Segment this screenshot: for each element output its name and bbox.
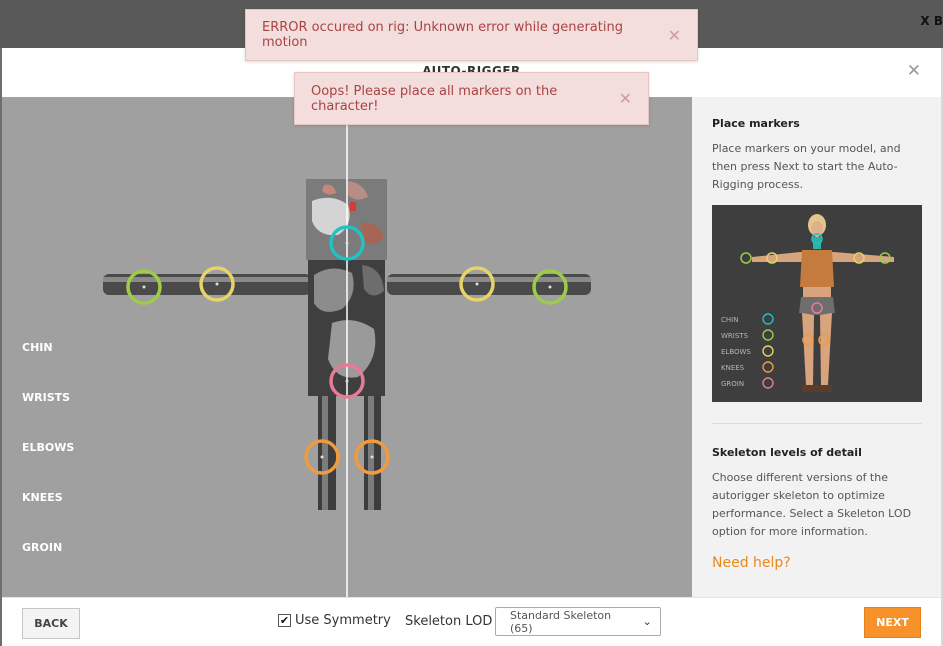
preview-midriff bbox=[803, 287, 831, 297]
next-button[interactable]: NEXT bbox=[864, 607, 921, 638]
modal-footer: BACK ✔ Use Symmetry Skeleton LOD Standar… bbox=[2, 597, 941, 646]
preview-legs bbox=[802, 313, 832, 385]
preview-legend-elbows: ELBOWS bbox=[721, 348, 751, 356]
preview-legend-wrists: WRISTS bbox=[721, 332, 749, 340]
use-symmetry-label: Use Symmetry bbox=[295, 613, 391, 628]
left-knee-marker-dot bbox=[320, 455, 324, 459]
preview-legend-elbows-circle bbox=[762, 345, 774, 357]
preview-legend-wrists-circle bbox=[762, 329, 774, 341]
preview-shoes bbox=[802, 385, 832, 392]
preview-wrist-marker-left bbox=[740, 252, 752, 264]
place-markers-text: Place markers on your model, and then pr… bbox=[712, 142, 901, 191]
auto-rigger-modal: AUTO-RIGGER ✕ CHIN WRISTS ELBOWS KNEES G… bbox=[2, 48, 941, 646]
skeleton-lod-text: Choose different versions of the autorig… bbox=[712, 471, 912, 538]
sidebar-divider bbox=[712, 423, 922, 424]
preview-legend-knees: KNEES bbox=[721, 364, 745, 372]
close-icon[interactable]: ✕ bbox=[668, 26, 681, 45]
use-symmetry-toggle[interactable]: ✔ Use Symmetry bbox=[278, 613, 391, 628]
preview-legend-knees-circle bbox=[762, 361, 774, 373]
back-button[interactable]: BACK bbox=[22, 608, 80, 639]
skeleton-lod-value: Standard Skeleton (65) bbox=[510, 608, 612, 635]
right-knee-marker-dot bbox=[370, 455, 374, 459]
marker-preview-image: CHIN WRISTS ELBOWS KNEES GROIN bbox=[712, 205, 922, 402]
warning-toast: Oops! Please place all markers on the ch… bbox=[294, 72, 649, 125]
checkbox-checked-icon[interactable]: ✔ bbox=[278, 614, 291, 627]
character-scene[interactable] bbox=[2, 97, 692, 597]
error-toast-text: ERROR occured on rig: Unknown error whil… bbox=[262, 20, 623, 50]
head-mark bbox=[350, 202, 356, 211]
preview-legend-chin-circle bbox=[762, 313, 774, 325]
left-wrist-marker-dot bbox=[142, 285, 146, 289]
groin-marker-dot bbox=[345, 379, 349, 383]
need-help-link[interactable]: Need help? bbox=[712, 555, 791, 571]
chevron-down-icon: ⌄ bbox=[642, 615, 652, 628]
right-wrist-marker-dot bbox=[548, 285, 552, 289]
place-markers-heading: Place markers bbox=[712, 117, 800, 130]
backdrop-corner-text: X B bbox=[920, 14, 943, 28]
head-pattern-1 bbox=[312, 197, 350, 236]
marker-label-chin: CHIN bbox=[22, 341, 53, 354]
left-elbow-marker-dot bbox=[215, 282, 219, 286]
preview-legend-groin-circle bbox=[762, 377, 774, 389]
preview-legend-groin: GROIN bbox=[721, 380, 744, 388]
skeleton-lod-heading: Skeleton levels of detail bbox=[712, 446, 862, 459]
error-toast: ERROR occured on rig: Unknown error whil… bbox=[245, 9, 698, 61]
marker-label-groin: GROIN bbox=[22, 541, 63, 554]
marker-label-knees: KNEES bbox=[22, 491, 63, 504]
close-icon[interactable]: ✕ bbox=[907, 63, 921, 80]
right-leg-stripe bbox=[368, 393, 374, 510]
right-elbow-marker-dot bbox=[475, 282, 479, 286]
chin-marker-dot bbox=[345, 241, 349, 245]
close-icon[interactable]: ✕ bbox=[619, 89, 632, 108]
preview-legend-chin: CHIN bbox=[721, 316, 738, 324]
rig-viewport[interactable]: CHIN WRISTS ELBOWS KNEES GROIN bbox=[2, 97, 692, 597]
warning-toast-text: Oops! Please place all markers on the ch… bbox=[311, 83, 558, 114]
instructions-sidebar: Place markers Place markers on your mode… bbox=[692, 97, 941, 597]
marker-label-elbows: ELBOWS bbox=[22, 441, 75, 454]
right-arm-highlight bbox=[387, 277, 591, 282]
left-arm-highlight bbox=[103, 277, 311, 282]
left-leg-stripe bbox=[322, 393, 328, 510]
marker-label-wrists: WRISTS bbox=[22, 391, 71, 404]
skeleton-lod-select[interactable]: Standard Skeleton (65) ⌄ bbox=[495, 607, 661, 636]
preview-shirt bbox=[800, 250, 834, 287]
skeleton-lod-label: Skeleton LOD bbox=[405, 614, 493, 629]
